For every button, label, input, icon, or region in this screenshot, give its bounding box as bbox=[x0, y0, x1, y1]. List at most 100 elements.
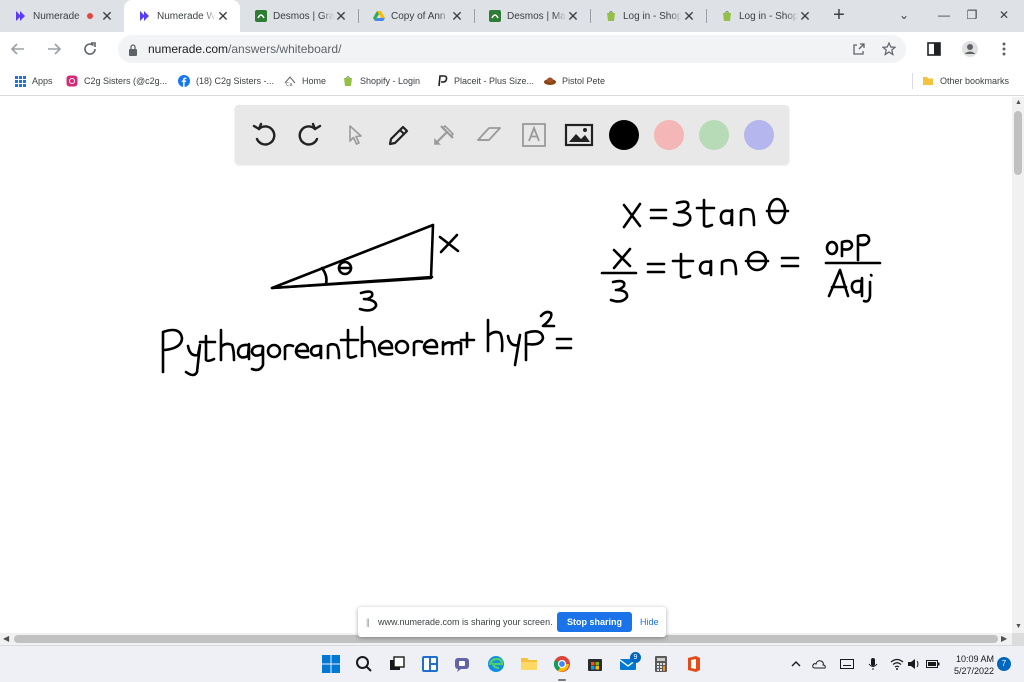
tab-title: Log in - Shopif bbox=[623, 10, 682, 22]
screen-share-banner: || www.numerade.com is sharing your scre… bbox=[358, 607, 666, 637]
tab-shopify-login-2[interactable]: Log in - Shopif ✕ bbox=[706, 0, 822, 32]
bookmark-c2g-facebook[interactable]: (18) C2g Sisters -... bbox=[178, 73, 274, 89]
scroll-right-arrow-icon[interactable]: ▶ bbox=[1001, 634, 1007, 643]
search-icon bbox=[356, 656, 372, 672]
equation-line-2 bbox=[600, 233, 882, 303]
recording-indicator-icon bbox=[87, 13, 93, 19]
vertical-scrollbar[interactable]: ▲ ▼ bbox=[1012, 97, 1024, 633]
side-panel-icon bbox=[927, 42, 941, 56]
url-text[interactable]: numerade.com/answers/whiteboard/ bbox=[148, 42, 341, 56]
bookmark-apps[interactable]: Apps bbox=[14, 73, 53, 89]
tab-desmos-matrix[interactable]: Desmos | Matr ✕ bbox=[474, 0, 590, 32]
reload-icon bbox=[84, 42, 96, 55]
desmos-icon bbox=[254, 10, 267, 23]
start-button[interactable] bbox=[321, 654, 341, 674]
close-tab-icon[interactable]: ✕ bbox=[334, 9, 348, 23]
close-tab-icon[interactable]: ✕ bbox=[798, 9, 812, 23]
tab-numerade-whiteboard[interactable]: Numerade Wh ✕ bbox=[124, 0, 240, 32]
menu-button[interactable] bbox=[992, 37, 1016, 61]
svg-text:Ca: Ca bbox=[286, 82, 293, 87]
widgets-button[interactable] bbox=[420, 654, 440, 674]
side-panel-button[interactable] bbox=[922, 37, 946, 61]
apps-grid-icon bbox=[14, 75, 26, 87]
notification-count-badge[interactable]: 7 bbox=[997, 657, 1011, 671]
other-bookmarks[interactable]: Other bookmarks bbox=[922, 73, 1009, 89]
bookmark-pistol-pete[interactable]: Pistol Pete bbox=[544, 73, 605, 89]
bookmark-c2g-instagram[interactable]: C2g Sisters (@c2g... bbox=[66, 73, 167, 89]
search-button[interactable] bbox=[354, 654, 374, 674]
onedrive-icon[interactable] bbox=[812, 657, 826, 671]
new-tab-button[interactable]: + bbox=[828, 5, 850, 27]
tab-google-drive[interactable]: Copy of Ann X ✕ bbox=[358, 0, 474, 32]
bookmarks-bar: Apps C2g Sisters (@c2g... (18) C2g Siste… bbox=[0, 66, 1024, 96]
forward-arrow-icon bbox=[48, 43, 62, 55]
battery-icon[interactable] bbox=[926, 657, 940, 671]
task-view-button[interactable] bbox=[387, 654, 407, 674]
system-clock[interactable]: 10:09 AM 5/27/2022 bbox=[946, 653, 994, 677]
drag-handle-icon[interactable]: || bbox=[366, 617, 370, 627]
teams-chat-button[interactable] bbox=[453, 654, 473, 674]
bookmark-shopify-login[interactable]: Shopify - Login bbox=[342, 73, 420, 89]
equation-line-1 bbox=[622, 197, 790, 229]
store-button[interactable] bbox=[585, 654, 605, 674]
tab-numerade[interactable]: Numerade ✕ bbox=[0, 0, 124, 32]
tab-shopify-login[interactable]: Log in - Shopif ✕ bbox=[590, 0, 706, 32]
placeit-icon bbox=[436, 75, 448, 87]
share-message: www.numerade.com is sharing your screen. bbox=[378, 617, 553, 627]
shopify-icon bbox=[720, 10, 733, 23]
tab-title: Desmos | Matr bbox=[507, 10, 566, 22]
tab-title: Desmos | Grap bbox=[273, 10, 334, 22]
keyboard-icon[interactable] bbox=[840, 657, 854, 671]
close-tab-icon[interactable]: ✕ bbox=[100, 9, 114, 23]
chrome-icon bbox=[553, 656, 570, 672]
tab-title: Log in - Shopif bbox=[739, 10, 798, 22]
store-icon bbox=[588, 659, 602, 671]
close-window-button[interactable]: ✕ bbox=[984, 0, 1024, 32]
whiteboard-drawing bbox=[161, 197, 882, 377]
show-hidden-icons-icon[interactable] bbox=[789, 657, 803, 671]
edge-button[interactable] bbox=[486, 654, 506, 674]
back-button[interactable] bbox=[6, 37, 30, 61]
vertical-scroll-thumb[interactable] bbox=[1014, 111, 1022, 175]
bookmark-placeit[interactable]: Placeit - Plus Size... bbox=[436, 73, 534, 89]
edge-icon bbox=[488, 656, 504, 672]
numerade-icon bbox=[138, 10, 151, 23]
tab-search-icon[interactable]: ⌄ bbox=[884, 0, 924, 32]
scroll-up-arrow-icon[interactable]: ▲ bbox=[1015, 99, 1022, 106]
whiteboard-canvas-area[interactable] bbox=[0, 97, 1012, 633]
desmos-icon bbox=[488, 10, 501, 23]
hide-button[interactable]: Hide bbox=[640, 617, 659, 627]
close-tab-icon[interactable]: ✕ bbox=[682, 9, 696, 23]
volume-icon[interactable] bbox=[907, 657, 921, 671]
chrome-button[interactable] bbox=[552, 654, 572, 674]
close-tab-icon[interactable]: ✕ bbox=[450, 9, 464, 23]
share-icon[interactable] bbox=[851, 41, 867, 57]
close-tab-icon[interactable]: ✕ bbox=[566, 9, 580, 23]
tab-title: Copy of Ann X bbox=[391, 10, 450, 22]
tab-desmos-graph[interactable]: Desmos | Grap ✕ bbox=[240, 0, 358, 32]
profile-button[interactable] bbox=[958, 37, 982, 61]
folder-icon bbox=[922, 75, 934, 87]
calculator-button[interactable] bbox=[651, 654, 671, 674]
scroll-down-arrow-icon[interactable]: ▼ bbox=[1015, 623, 1022, 630]
close-tab-icon[interactable]: ✕ bbox=[216, 9, 230, 23]
home-bookmark-icon: Ca bbox=[284, 75, 296, 87]
browser-toolbar: numerade.com/answers/whiteboard/ bbox=[0, 32, 1024, 66]
lock-icon[interactable] bbox=[128, 43, 138, 61]
reload-button[interactable] bbox=[78, 37, 102, 61]
forward-button[interactable] bbox=[42, 37, 66, 61]
mail-unread-badge: 9 bbox=[630, 652, 641, 663]
microphone-icon[interactable] bbox=[866, 657, 880, 671]
stop-sharing-button[interactable]: Stop sharing bbox=[557, 612, 632, 632]
bookmark-home[interactable]: Ca Home bbox=[284, 73, 326, 89]
file-explorer-button[interactable] bbox=[519, 654, 539, 674]
office-button[interactable] bbox=[684, 654, 704, 674]
shopify-icon bbox=[342, 75, 354, 87]
task-view-icon bbox=[390, 656, 405, 670]
scroll-left-arrow-icon[interactable]: ◀ bbox=[3, 634, 9, 643]
bookmark-star-icon[interactable] bbox=[881, 41, 897, 57]
widgets-icon bbox=[422, 656, 438, 672]
wifi-icon[interactable] bbox=[890, 657, 904, 671]
windows-logo-icon bbox=[322, 655, 340, 673]
address-bar[interactable]: numerade.com/answers/whiteboard/ bbox=[118, 35, 906, 63]
